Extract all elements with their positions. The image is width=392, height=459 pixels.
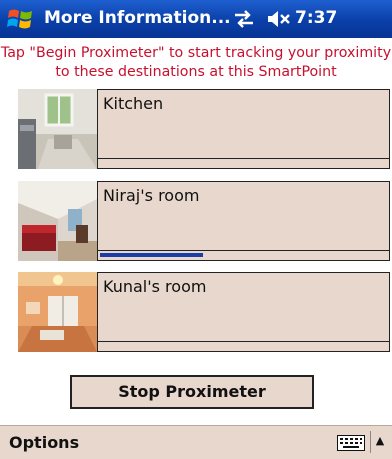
kunal-room-photo xyxy=(18,272,97,352)
destination-panel[interactable]: Kunal's room xyxy=(97,272,390,352)
niraj-room-photo xyxy=(18,181,97,261)
proximity-bar xyxy=(98,341,389,351)
windows-start-icon[interactable] xyxy=(6,5,36,33)
destination-row-kunal[interactable]: Kunal's room xyxy=(18,272,390,352)
stop-proximeter-button[interactable]: Stop Proximeter xyxy=(70,375,314,409)
window-title: More Information... xyxy=(44,8,231,28)
options-menu[interactable]: Options xyxy=(9,433,79,452)
keyboard-icon[interactable] xyxy=(337,435,365,451)
destination-label: Kitchen xyxy=(103,94,164,113)
sip-arrow-up-icon[interactable]: ▲ xyxy=(370,431,389,453)
connectivity-icon[interactable] xyxy=(233,9,255,29)
kitchen-photo xyxy=(18,89,97,169)
destination-label: Kunal's room xyxy=(103,277,207,296)
proximity-fill xyxy=(100,253,204,257)
proximity-bar xyxy=(98,250,389,260)
clock-time[interactable]: 7:37 xyxy=(295,8,337,28)
destination-label: Niraj's room xyxy=(103,186,200,205)
destination-panel[interactable]: Niraj's room xyxy=(97,181,390,261)
destination-row-niraj[interactable]: Niraj's room xyxy=(18,181,390,261)
proximity-bar xyxy=(98,158,389,168)
volume-muted-icon[interactable] xyxy=(267,9,291,29)
instruction-text: Tap "Begin Proximeter" to start tracking… xyxy=(0,45,392,80)
title-bar: More Information... 7:37 xyxy=(0,0,392,38)
bottom-menu-bar: Options ▲ xyxy=(0,425,392,459)
destination-panel[interactable]: Kitchen xyxy=(97,89,390,169)
destination-row-kitchen[interactable]: Kitchen xyxy=(18,89,390,169)
